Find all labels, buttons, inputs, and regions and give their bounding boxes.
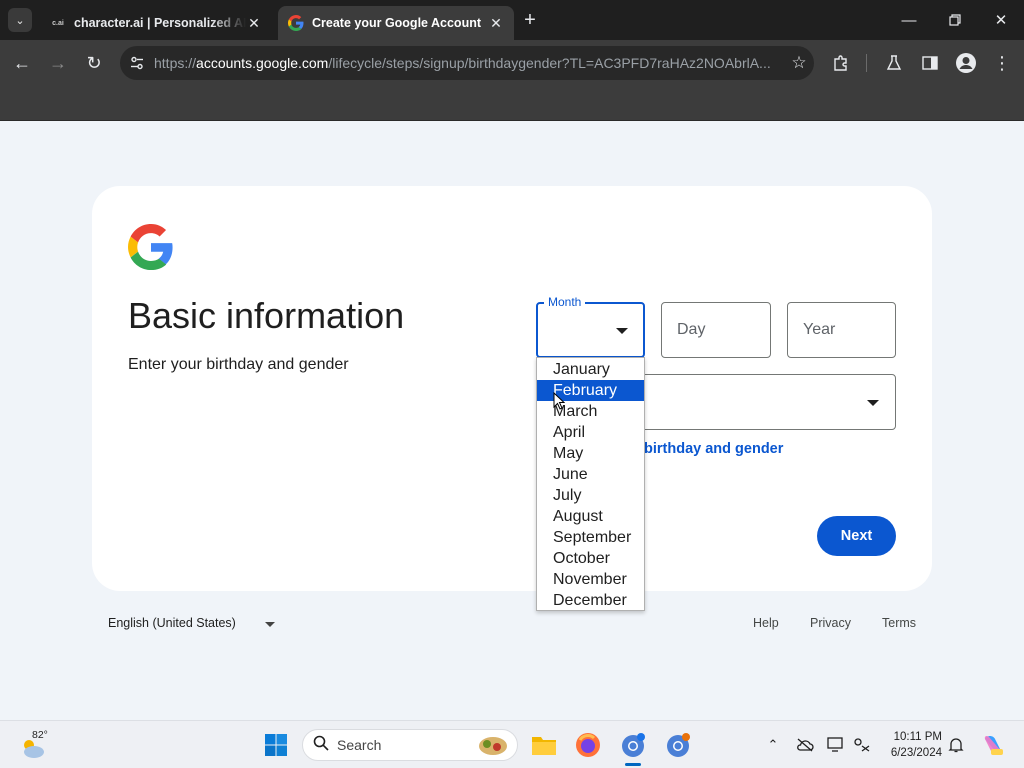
month-option-april[interactable]: April [537, 422, 644, 443]
language-selector[interactable]: English (United States) [108, 616, 236, 630]
minimize-icon[interactable]: — [897, 8, 921, 32]
temperature: 82° [32, 729, 48, 741]
site-settings-icon[interactable] [120, 55, 154, 71]
toolbar-separator [866, 54, 867, 72]
url-prefix: https:// [154, 55, 197, 71]
system-clock[interactable]: 10:11 PM 6/23/2024 [884, 729, 942, 761]
month-option-july[interactable]: July [537, 485, 644, 506]
month-option-september[interactable]: September [537, 527, 644, 548]
search-highlight-icon [475, 734, 511, 763]
network-sound-icon[interactable] [852, 735, 872, 755]
labs-flask-icon[interactable] [883, 52, 905, 74]
url-host: accounts.google.com [196, 55, 329, 71]
month-label: Month [544, 295, 586, 309]
new-tab-button[interactable]: + [520, 10, 540, 30]
day-placeholder: Day [677, 321, 706, 338]
year-input[interactable]: Year [787, 302, 896, 358]
onedrive-offline-icon[interactable] [795, 735, 815, 755]
terms-link[interactable]: Terms [882, 616, 916, 630]
month-option-august[interactable]: August [537, 506, 644, 527]
clock-time: 10:11 PM [893, 731, 942, 743]
chevron-down-icon: ⌄ [15, 14, 25, 27]
close-icon[interactable]: ✕ [246, 15, 262, 31]
profile-avatar-icon[interactable] [955, 52, 977, 74]
month-option-december[interactable]: December [537, 590, 644, 611]
tab-search-button[interactable]: ⌄ [8, 8, 32, 32]
copilot-icon[interactable] [980, 732, 1006, 758]
notification-bell-icon[interactable] [946, 735, 966, 755]
page-title: Basic information [128, 295, 405, 336]
bookmarks-bar [0, 86, 1024, 121]
os-taskbar: 82° Search ⌃ 10:11 PM 6/23/2024 [0, 720, 1024, 768]
month-option-january[interactable]: January [537, 359, 644, 380]
bookmark-star-icon[interactable]: ☆ [784, 53, 814, 73]
search-placeholder: Search [337, 737, 382, 753]
menu-kebab-icon[interactable]: ⋮ [991, 52, 1013, 74]
why-birthday-gender-link[interactable]: birthday and gender [644, 441, 783, 457]
dropdown-caret-icon [867, 400, 879, 406]
extensions-icon[interactable] [830, 52, 852, 74]
file-explorer-icon[interactable] [528, 729, 560, 761]
back-arrow-icon[interactable]: ← [10, 51, 34, 75]
active-app-indicator [625, 763, 641, 766]
mouse-cursor-icon [553, 392, 565, 410]
google-logo-icon [128, 224, 174, 270]
forward-arrow-icon[interactable]: → [46, 51, 70, 75]
display-icon[interactable] [826, 735, 846, 755]
firefox-icon[interactable] [572, 729, 604, 761]
month-select[interactable] [536, 302, 645, 358]
tab-create-google-account[interactable]: Create your Google Account ✕ [278, 6, 514, 40]
taskbar-search[interactable]: Search [302, 729, 518, 761]
help-link[interactable]: Help [753, 616, 779, 630]
reload-icon[interactable]: ↻ [82, 51, 106, 75]
windows-start-icon[interactable] [260, 729, 292, 761]
month-option-june[interactable]: June [537, 464, 644, 485]
character-ai-favicon: c.ai [52, 19, 64, 27]
chrome-profile-icon[interactable] [617, 729, 649, 761]
close-icon[interactable]: ✕ [488, 15, 504, 31]
tab-title: Create your Google Account [312, 16, 482, 30]
page-subtitle: Enter your birthday and gender [128, 356, 349, 373]
day-input[interactable]: Day [661, 302, 771, 358]
month-option-may[interactable]: May [537, 443, 644, 464]
month-option-november[interactable]: November [537, 569, 644, 590]
tab-title: character.ai | Personalized AI for [74, 16, 246, 30]
restore-icon[interactable] [943, 8, 967, 32]
google-g-icon [288, 15, 304, 31]
clock-date: 6/23/2024 [890, 747, 942, 759]
chrome-profile-2-icon[interactable] [662, 729, 694, 761]
next-button[interactable]: Next [817, 516, 896, 556]
search-icon [313, 735, 329, 756]
chevron-down-icon [265, 622, 275, 627]
browser-toolbar: ← → ↻ https://accounts.google.com/lifecy… [0, 40, 1024, 86]
tab-character-ai[interactable]: c.ai character.ai | Personalized AI for … [40, 6, 272, 40]
browser-tab-bar: ⌄ c.ai character.ai | Personalized AI fo… [0, 0, 1024, 40]
url-path: /lifecycle/steps/signup/birthdaygender?T… [328, 55, 771, 71]
address-bar[interactable]: https://accounts.google.com/lifecycle/st… [120, 46, 814, 80]
dropdown-caret-icon [616, 328, 628, 334]
month-option-october[interactable]: October [537, 548, 644, 569]
chevron-up-icon[interactable]: ⌃ [763, 735, 783, 755]
url-text: https://accounts.google.com/lifecycle/st… [154, 55, 784, 71]
year-placeholder: Year [803, 321, 836, 338]
privacy-link[interactable]: Privacy [810, 616, 851, 630]
close-window-icon[interactable]: ✕ [989, 8, 1013, 32]
side-panel-icon[interactable] [919, 52, 941, 74]
